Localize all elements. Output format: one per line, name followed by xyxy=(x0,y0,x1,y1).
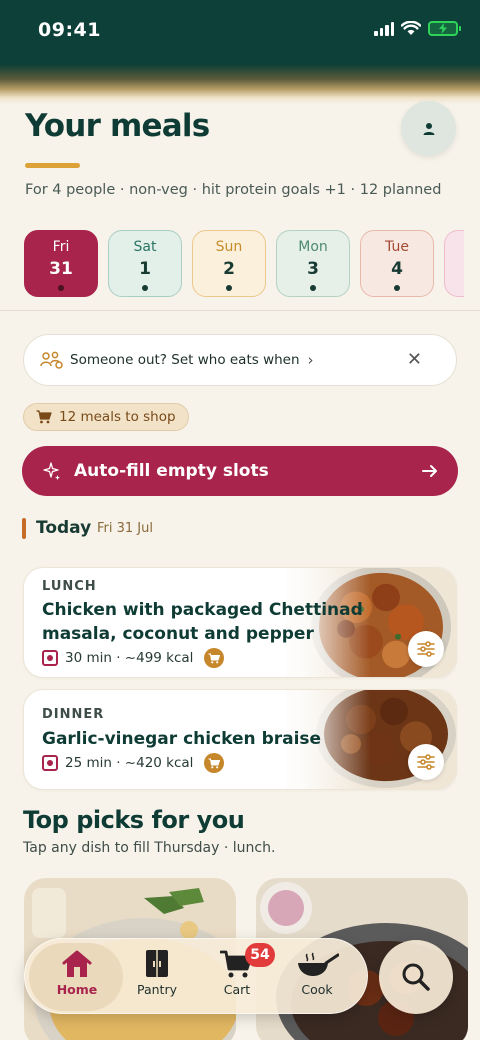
day-number: 3 xyxy=(307,259,319,279)
title-underline xyxy=(25,163,80,168)
profile-button[interactable] xyxy=(401,101,456,156)
day-name: Fri xyxy=(52,239,70,255)
search-icon xyxy=(402,963,430,991)
meal-options-button[interactable] xyxy=(408,631,444,667)
day-chip-tue[interactable]: Tue 4 xyxy=(360,230,434,297)
meal-card-dinner[interactable]: DINNER Garlic-vinegar chicken braise 25 … xyxy=(23,689,457,790)
meals-to-shop-label: 12 meals to shop xyxy=(59,409,176,425)
nav-item-home[interactable]: Home xyxy=(37,949,117,997)
auto-fill-label: Auto-fill empty slots xyxy=(74,461,269,481)
people-icon xyxy=(40,351,63,369)
meal-meta: 25 min · ~420 kcal xyxy=(42,753,225,773)
day-selector: Fri 31 Sat 1 Sun 2 Mon 3 Tue 4 xyxy=(24,230,464,297)
meal-meta-text: 25 min · ~420 kcal xyxy=(65,755,194,771)
day-dot xyxy=(58,285,64,291)
search-button[interactable] xyxy=(379,940,453,1014)
nav-item-cart[interactable]: Cart 54 xyxy=(197,943,277,997)
day-chip-sat[interactable]: Sat 1 xyxy=(108,230,182,297)
auto-fill-button[interactable]: Auto-fill empty slots xyxy=(22,446,458,496)
top-picks-subtitle: Tap any dish to fill Thursday · lunch. xyxy=(23,840,276,856)
meal-card-lunch[interactable]: LUNCH Chicken with packaged Chettinad ma… xyxy=(23,567,457,678)
day-name: Tue xyxy=(385,239,409,255)
cart-count-badge: 54 xyxy=(245,943,275,967)
battery-icon xyxy=(428,20,461,36)
meal-slot-label: DINNER xyxy=(42,707,105,722)
home-icon xyxy=(62,950,92,977)
nav-label: Cart xyxy=(223,982,251,997)
today-heading: Today xyxy=(36,518,92,538)
meals-to-shop-pill[interactable]: 12 meals to shop xyxy=(23,403,189,431)
day-chip-mon[interactable]: Mon 3 xyxy=(276,230,350,297)
today-date: Fri 31 Jul xyxy=(97,521,153,536)
wifi-icon xyxy=(401,20,421,35)
status-time: 09:41 xyxy=(38,19,101,41)
nav-label: Pantry xyxy=(137,982,177,997)
day-number: 1 xyxy=(139,259,151,279)
top-picks-heading: Top picks for you xyxy=(23,806,245,834)
status-icons xyxy=(374,20,461,36)
day-number: 2 xyxy=(223,259,235,279)
day-dot xyxy=(394,285,400,291)
plan-summary: For 4 people · non-veg · hit protein goa… xyxy=(25,182,442,198)
day-name: Sun xyxy=(215,239,243,255)
day-chip-fri[interactable]: Fri 31 xyxy=(24,230,98,297)
sparkle-icon xyxy=(43,462,60,480)
nav-label: Cook xyxy=(301,982,333,997)
signal-icon xyxy=(374,20,394,36)
wok-icon xyxy=(298,952,339,976)
nav-item-pantry[interactable]: Pantry xyxy=(117,949,197,997)
day-number: 31 xyxy=(49,259,73,279)
chevron-right-icon: › xyxy=(307,351,314,369)
meal-title-line2: masala, coconut and pepper xyxy=(42,624,314,644)
meal-meta-text: 30 min · ~499 kcal xyxy=(65,650,194,666)
pantry-icon xyxy=(146,950,168,977)
meal-slot-label: LUNCH xyxy=(42,579,97,594)
close-icon[interactable]: ✕ xyxy=(407,349,422,370)
meal-meta: 30 min · ~499 kcal xyxy=(42,648,225,668)
meal-title: Garlic-vinegar chicken braise xyxy=(42,729,322,749)
cart-icon xyxy=(36,410,52,424)
nav-item-cook[interactable]: Cook xyxy=(277,949,357,997)
non-veg-icon xyxy=(42,650,58,666)
day-number: 4 xyxy=(391,259,403,279)
in-cart-icon xyxy=(204,648,225,668)
who-eats-banner[interactable]: Someone out? Set who eats when › ✕ xyxy=(23,334,457,386)
nav-label: Home xyxy=(56,982,98,997)
non-veg-icon xyxy=(42,755,58,771)
page-title: Your meals xyxy=(25,108,210,144)
day-dot xyxy=(310,285,316,291)
status-bar: 09:41 xyxy=(0,0,480,104)
section-accent-bar xyxy=(22,518,26,539)
day-name: Sat xyxy=(133,239,157,255)
in-cart-icon xyxy=(204,753,225,773)
sliders-icon xyxy=(417,754,435,770)
banner-text: Someone out? Set who eats when xyxy=(70,352,300,368)
person-icon xyxy=(423,122,434,135)
day-dot xyxy=(142,285,148,291)
arrow-right-icon xyxy=(422,465,437,477)
sliders-icon xyxy=(417,641,435,657)
day-dot xyxy=(226,285,232,291)
bottom-nav: Home Pantry Cart 54 Cook xyxy=(24,938,368,1014)
day-chip-next[interactable] xyxy=(444,230,464,297)
meal-title-line1: Chicken with packaged Chettinad xyxy=(42,600,363,620)
meal-options-button[interactable] xyxy=(408,744,444,780)
day-chip-sun[interactable]: Sun 2 xyxy=(192,230,266,297)
divider xyxy=(0,310,480,311)
day-name: Mon xyxy=(298,239,328,255)
